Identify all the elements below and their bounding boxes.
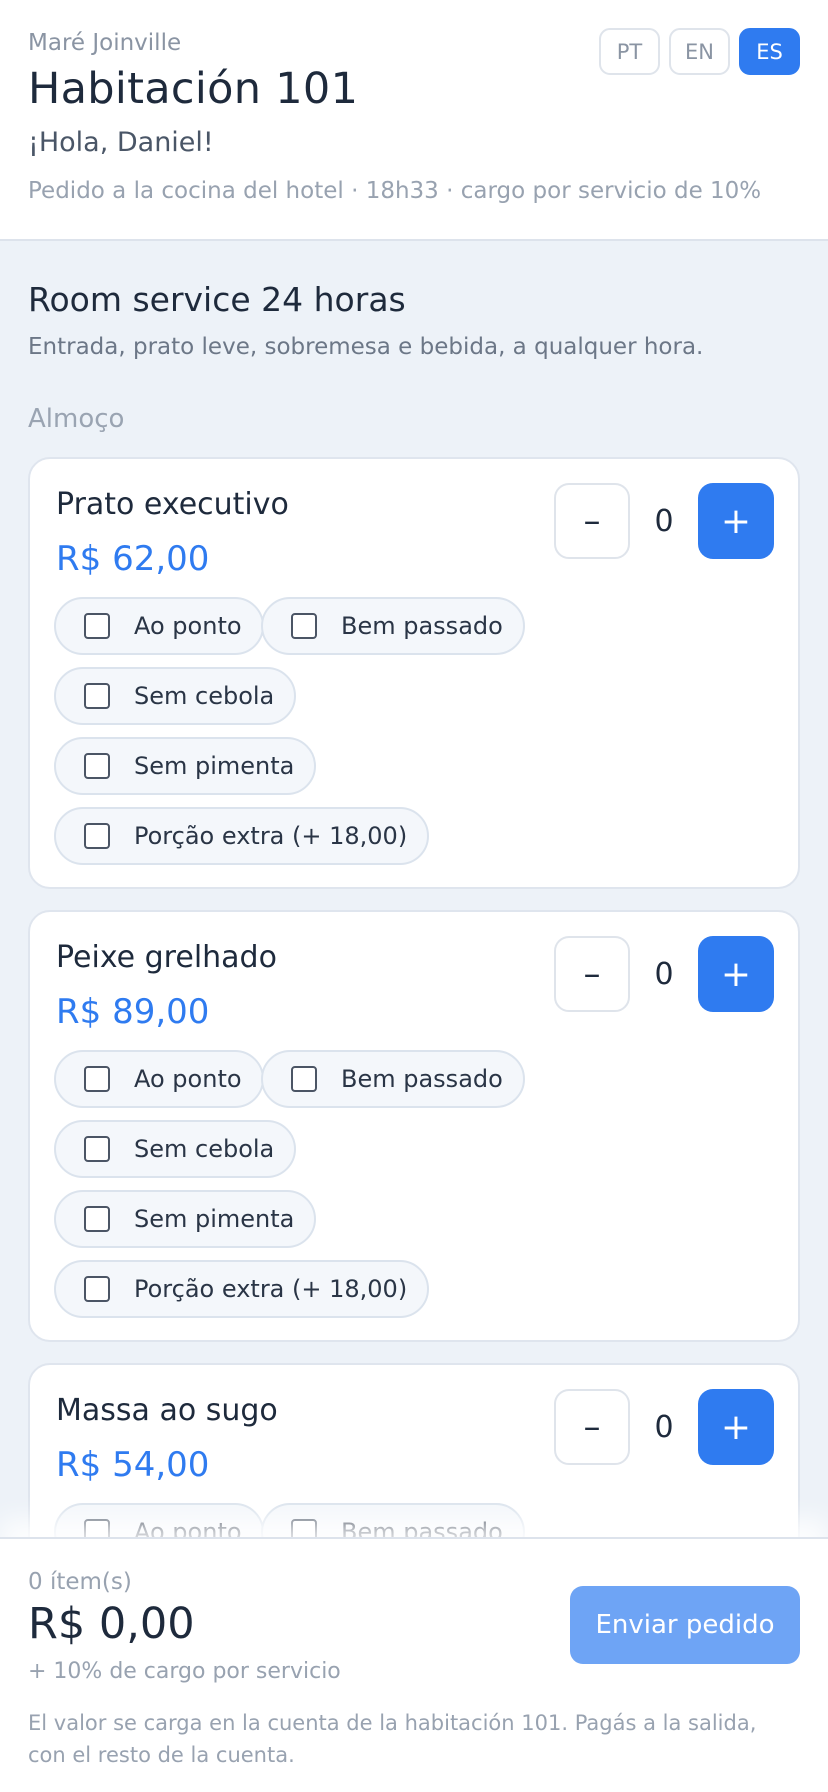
option-label: Ao ponto [134,1065,242,1093]
quantity-value: 0 [654,956,674,992]
option-label: Sem pimenta [134,752,295,780]
option-label: Sem pimenta [134,1205,295,1233]
option-label: Porção extra (+ 18,00) [134,822,408,850]
quantity-stepper: – 0 + [554,483,774,559]
decrease-quantity-button[interactable]: – [554,936,630,1012]
checkbox-icon[interactable] [84,823,110,849]
menu-item-card: Prato executivo R$ 62,00 – 0 + Ao ponto … [28,457,800,889]
item-price: R$ 62,00 [56,539,210,579]
increase-quantity-button[interactable]: + [698,1389,774,1465]
header: Maré Joinville Habitación 101 ¡Hola, Dan… [0,0,828,241]
section-title: Room service 24 horas [28,280,406,319]
option-label: Bem passado [341,1065,503,1093]
item-price: R$ 54,00 [56,1445,210,1485]
increase-quantity-button[interactable]: + [698,936,774,1012]
greeting: ¡Hola, Daniel! [28,127,214,158]
quantity-value: 0 [654,503,674,539]
order-total: R$ 0,00 [28,1599,195,1649]
checkbox-icon[interactable] [291,613,317,639]
option-chip-ao-ponto[interactable]: Ao ponto [54,597,264,655]
language-switcher: PT EN ES [599,28,800,75]
decrease-quantity-button[interactable]: – [554,483,630,559]
item-price: R$ 89,00 [56,992,210,1032]
option-chip-sem-cebola[interactable]: Sem cebola [54,1120,297,1178]
quantity-stepper: – 0 + [554,1389,774,1465]
language-button-en[interactable]: EN [669,28,730,75]
menu-item-card: Peixe grelhado R$ 89,00 – 0 + Ao ponto B… [28,910,800,1342]
checkbox-icon[interactable] [84,1066,110,1092]
billing-disclaimer: El valor se carga en la cuenta de la hab… [28,1711,757,1767]
option-chip-sem-pimenta[interactable]: Sem pimenta [54,737,317,795]
option-label: Sem cebola [134,682,275,710]
item-name: Peixe grelhado [56,940,277,975]
quantity-stepper: – 0 + [554,936,774,1012]
checkbox-icon[interactable] [84,613,110,639]
category-label: Almoço [28,404,125,434]
checkbox-icon[interactable] [84,1276,110,1302]
option-chip-sem-pimenta[interactable]: Sem pimenta [54,1190,317,1248]
option-chip-bem-passado[interactable]: Bem passado [261,597,525,655]
order-info: Pedido a la cocina del hotel · 18h33 · c… [28,178,762,204]
checkbox-icon[interactable] [291,1066,317,1092]
page-title: Habitación 101 [28,64,359,114]
checkbox-icon[interactable] [84,683,110,709]
item-name: Massa ao sugo [56,1393,278,1428]
option-label: Bem passado [341,612,503,640]
checkbox-icon[interactable] [84,753,110,779]
checkbox-icon[interactable] [84,1136,110,1162]
order-summary-bar: 0 ítem(s) R$ 0,00 + 10% de cargo por ser… [0,1537,828,1792]
option-chip-porcao-extra[interactable]: Porção extra (+ 18,00) [54,1260,430,1318]
item-name: Prato executivo [56,487,289,522]
increase-quantity-button[interactable]: + [698,483,774,559]
language-button-pt[interactable]: PT [599,28,660,75]
items-count: 0 ítem(s) [28,1569,132,1595]
section-description: Entrada, prato leve, sobremesa e bebida,… [28,334,704,360]
option-chip-sem-cebola[interactable]: Sem cebola [54,667,297,725]
option-chip-ao-ponto[interactable]: Ao ponto [54,1050,264,1108]
quantity-value: 0 [654,1409,674,1445]
service-fee-note: + 10% de cargo por servicio [28,1659,341,1684]
decrease-quantity-button[interactable]: – [554,1389,630,1465]
option-chip-porcao-extra[interactable]: Porção extra (+ 18,00) [54,807,430,865]
send-order-button[interactable]: Enviar pedido [570,1586,800,1664]
checkbox-icon[interactable] [84,1206,110,1232]
language-button-es[interactable]: ES [739,28,800,75]
hotel-name: Maré Joinville [28,30,182,56]
option-label: Sem cebola [134,1135,275,1163]
option-label: Ao ponto [134,612,242,640]
option-chip-bem-passado[interactable]: Bem passado [261,1050,525,1108]
option-label: Porção extra (+ 18,00) [134,1275,408,1303]
